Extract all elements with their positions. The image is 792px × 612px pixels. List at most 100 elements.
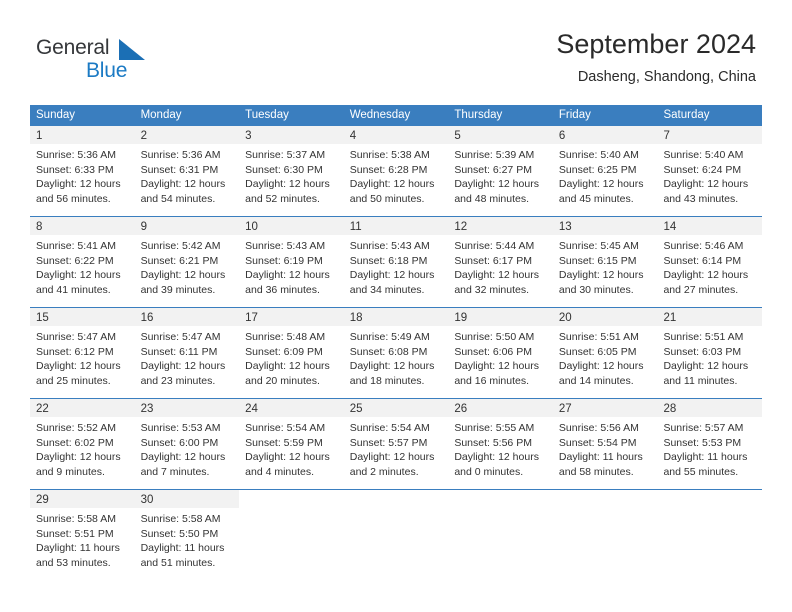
daylight-text-line1: Daylight: 12 hours — [663, 360, 749, 373]
day-number: 5 — [454, 130, 461, 142]
daylight-text-line1: Daylight: 12 hours — [245, 269, 330, 282]
day-cell[interactable]: 20 Sunrise: 5:51 AM Sunset: 6:05 PM Dayligh… — [552, 308, 658, 390]
day-details: Sunrise: 5:37 AM Sunset: 6:30 PM Daylight:… — [239, 144, 344, 208]
day-cell[interactable]: 16 Sunrise: 5:47 AM Sunset: 6:11 PM Dayligh… — [134, 308, 240, 390]
daylight-text-line2: and 58 minutes. — [558, 465, 634, 478]
day-number: 25 — [349, 403, 363, 415]
day-cell[interactable]: 17 Sunrise: 5:48 AM Sunset: 6:09 PM Dayligh… — [239, 308, 344, 390]
day-number-bar: 30 — [134, 490, 240, 508]
day-cell[interactable]: 18 Sunrise: 5:49 AM Sunset: 6:08 PM Dayligh… — [343, 308, 449, 390]
day-cell[interactable]: 22 Sunrise: 5:52 AM Sunset: 6:02 PM Dayligh… — [30, 399, 135, 481]
day-number-bar: 5 — [448, 126, 553, 144]
daylight-text-line2: and 54 minutes. — [140, 192, 216, 205]
week-row: 8 Sunrise: 5:41 AM Sunset: 6:22 PM Daylight… — [30, 216, 763, 299]
day-number: 26 — [454, 403, 468, 415]
daylight-text-line2: and 53 minutes. — [36, 556, 111, 569]
daylight-text-line2: and 14 minutes. — [558, 374, 634, 387]
day-cell[interactable]: 28 Sunrise: 5:57 AM Sunset: 5:53 PM Dayligh… — [657, 399, 763, 481]
day-cell[interactable]: 25 Sunrise: 5:54 AM Sunset: 5:57 PM Dayligh… — [343, 399, 449, 481]
day-details: Sunrise: 5:52 AM Sunset: 6:02 PM Daylight:… — [30, 417, 135, 481]
day-cell-empty — [343, 490, 449, 572]
day-number-bar: 16 — [134, 308, 240, 326]
sunrise-text: Sunrise: 5:36 AM — [36, 149, 116, 161]
day-cell-empty — [657, 490, 763, 572]
sunrise-text: Sunrise: 5:40 AM — [663, 149, 744, 161]
sunrise-text: Sunrise: 5:44 AM — [454, 240, 535, 252]
sunset-text: Sunset: 6:18 PM — [349, 254, 428, 267]
day-number: 6 — [558, 130, 566, 142]
page-header: General Blue September 2024 Dasheng, Sha… — [0, 0, 792, 100]
sunset-text: Sunset: 6:09 PM — [245, 345, 323, 358]
daylight-text-line1: Daylight: 12 hours — [558, 360, 644, 373]
day-details: Sunrise: 5:54 AM Sunset: 5:57 PM Daylight:… — [344, 417, 449, 481]
weekday-header-friday: Friday — [558, 109, 591, 121]
day-cell[interactable]: 7 Sunrise: 5:40 AM Sunset: 6:24 PM Daylight… — [657, 126, 763, 208]
day-cell[interactable]: 23 Sunrise: 5:53 AM Sunset: 6:00 PM Dayligh… — [134, 399, 240, 481]
sunrise-text: Sunrise: 5:43 AM — [349, 240, 430, 252]
day-cell[interactable]: 8 Sunrise: 5:41 AM Sunset: 6:22 PM Daylight… — [30, 217, 135, 299]
day-number: 27 — [558, 403, 572, 415]
day-cell[interactable]: 9 Sunrise: 5:42 AM Sunset: 6:21 PM Daylight… — [134, 217, 240, 299]
general-blue-logo[interactable]: General Blue — [36, 36, 156, 82]
day-details: Sunrise: 5:47 AM Sunset: 6:12 PM Daylight:… — [30, 326, 135, 390]
day-number: 2 — [140, 130, 147, 142]
day-details: Sunrise: 5:44 AM Sunset: 6:17 PM Daylight:… — [448, 235, 553, 299]
day-number-bar: 14 — [657, 217, 763, 235]
day-cell[interactable]: 26 Sunrise: 5:55 AM Sunset: 5:56 PM Dayligh… — [448, 399, 553, 481]
day-cell[interactable]: 27 Sunrise: 5:56 AM Sunset: 5:54 PM Dayligh… — [552, 399, 658, 481]
day-cell[interactable]: 14 Sunrise: 5:46 AM Sunset: 6:14 PM Dayligh… — [657, 217, 763, 299]
sunrise-text: Sunrise: 5:58 AM — [36, 513, 116, 525]
daylight-text-line2: and 39 minutes. — [140, 283, 216, 296]
weekday-header-row: Sunday Monday Tuesday Wednesday Thursday Frid… — [30, 105, 762, 125]
sunset-text: Sunset: 6:30 PM — [245, 163, 323, 176]
day-details: Sunrise: 5:58 AM Sunset: 5:51 PM Daylight:… — [30, 508, 135, 572]
day-number-bar: 20 — [552, 308, 658, 326]
calendar-grid: Sunday Monday Tuesday Wednesday Thursday Frid… — [30, 105, 763, 572]
day-cell[interactable]: 5 Sunrise: 5:39 AM Sunset: 6:27 PM Daylight… — [448, 126, 553, 208]
sunset-text: Sunset: 6:15 PM — [558, 254, 637, 267]
day-number: 17 — [245, 312, 258, 324]
sunset-text: Sunset: 6:31 PM — [140, 163, 219, 176]
daylight-text-line2: and 0 minutes. — [454, 465, 524, 478]
daylight-text-line1: Daylight: 11 hours — [558, 451, 643, 464]
page-subtitle: Dasheng, Shandong, China — [577, 69, 756, 85]
daylight-text-line2: and 34 minutes. — [349, 283, 425, 296]
day-details: Sunrise: 5:51 AM Sunset: 6:03 PM Daylight:… — [657, 326, 762, 390]
day-cell[interactable]: 4 Sunrise: 5:38 AM Sunset: 6:28 PM Daylight… — [343, 126, 449, 208]
day-details: Sunrise: 5:55 AM Sunset: 5:56 PM Daylight:… — [448, 417, 553, 481]
day-cell[interactable]: 3 Sunrise: 5:37 AM Sunset: 6:30 PM Daylight… — [239, 126, 344, 208]
day-details: Sunrise: 5:43 AM Sunset: 6:18 PM Daylight:… — [344, 235, 449, 299]
day-cell[interactable]: 2 Sunrise: 5:36 AM Sunset: 6:31 PM Daylight… — [134, 126, 240, 208]
day-number: 15 — [36, 312, 49, 324]
day-cell[interactable]: 29 Sunrise: 5:58 AM Sunset: 5:51 PM Dayligh… — [30, 490, 135, 572]
daylight-text-line1: Daylight: 11 hours — [663, 451, 748, 464]
sunset-text: Sunset: 6:27 PM — [454, 163, 532, 176]
sunrise-text: Sunrise: 5:36 AM — [140, 149, 221, 161]
sunrise-text: Sunrise: 5:47 AM — [140, 331, 221, 343]
day-cell[interactable]: 21 Sunrise: 5:51 AM Sunset: 6:03 PM Dayligh… — [657, 308, 763, 390]
day-cell[interactable]: 6 Sunrise: 5:40 AM Sunset: 6:25 PM Daylight… — [552, 126, 658, 208]
sunrise-text: Sunrise: 5:54 AM — [245, 422, 326, 434]
day-cell[interactable]: 10 Sunrise: 5:43 AM Sunset: 6:19 PM Dayligh… — [239, 217, 344, 299]
day-cell[interactable]: 12 Sunrise: 5:44 AM Sunset: 6:17 PM Dayligh… — [448, 217, 553, 299]
daylight-text-line2: and 4 minutes. — [245, 465, 315, 478]
week-row-spacer — [30, 208, 762, 216]
sunrise-text: Sunrise: 5:46 AM — [663, 240, 744, 252]
day-number: 10 — [245, 221, 258, 233]
daylight-text-line2: and 43 minutes. — [663, 192, 739, 205]
day-cell[interactable]: 13 Sunrise: 5:45 AM Sunset: 6:15 PM Dayligh… — [552, 217, 658, 299]
sunset-text: Sunset: 6:11 PM — [140, 345, 218, 358]
day-cell[interactable]: 11 Sunrise: 5:43 AM Sunset: 6:18 PM Dayligh… — [343, 217, 449, 299]
day-details: Sunrise: 5:40 AM Sunset: 6:24 PM Daylight:… — [657, 144, 762, 208]
day-cell[interactable]: 1 Sunrise: 5:36 AM Sunset: 6:33 PM Daylight… — [30, 126, 135, 208]
day-cell[interactable]: 30 Sunrise: 5:58 AM Sunset: 5:50 PM Dayligh… — [134, 490, 240, 572]
day-details: Sunrise: 5:42 AM Sunset: 6:21 PM Daylight:… — [135, 235, 240, 299]
logo-triangle-icon — [119, 39, 145, 60]
day-number-bar: 27 — [552, 399, 658, 417]
day-cell[interactable]: 15 Sunrise: 5:47 AM Sunset: 6:12 PM Dayligh… — [30, 308, 135, 390]
daylight-text-line2: and 2 minutes. — [349, 465, 419, 478]
day-cell[interactable]: 19 Sunrise: 5:50 AM Sunset: 6:06 PM Dayligh… — [448, 308, 553, 390]
day-cell[interactable]: 24 Sunrise: 5:54 AM Sunset: 5:59 PM Dayligh… — [239, 399, 344, 481]
sunrise-text: Sunrise: 5:55 AM — [454, 422, 535, 434]
day-number-bar: 21 — [657, 308, 763, 326]
